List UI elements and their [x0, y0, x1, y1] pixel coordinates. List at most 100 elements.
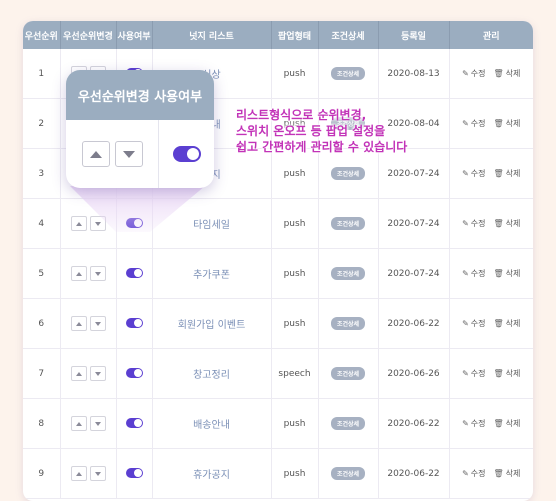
edit-label: 수정: [470, 319, 486, 328]
row-condition: 조건상세: [318, 398, 379, 449]
condition-badge[interactable]: 조건상세: [330, 467, 366, 480]
edit-button[interactable]: ✎ 수정: [462, 218, 485, 229]
trash-icon: 🗑: [493, 469, 504, 478]
condition-badge[interactable]: 조건상세: [330, 417, 366, 430]
arrow-down-icon: [94, 271, 101, 276]
delete-button[interactable]: 🗑 삭제: [494, 168, 521, 179]
row-priority-change: [60, 398, 117, 449]
nudge-name[interactable]: 회원가입 이벤트: [178, 320, 246, 331]
zoom-arrow-down-button[interactable]: [114, 141, 143, 167]
delete-button[interactable]: 🗑 삭제: [494, 118, 521, 129]
row-date: 2020-06-22: [378, 448, 450, 499]
row-usage: [116, 348, 153, 399]
edit-button[interactable]: ✎ 수정: [462, 418, 485, 429]
delete-button[interactable]: 🗑 삭제: [494, 468, 521, 479]
header-manage: 관리: [449, 21, 533, 49]
arrow-down-icon: [94, 421, 101, 426]
arrow-up-icon: [89, 150, 102, 158]
move-up-button[interactable]: [70, 366, 87, 381]
nudge-name[interactable]: 타임세일: [193, 220, 230, 231]
condition-badge[interactable]: 조건상세: [330, 267, 366, 280]
header-nudge-list: 넛지 리스트: [152, 21, 272, 49]
trash-icon: 🗑: [493, 419, 504, 428]
delete-label: 삭제: [505, 119, 521, 128]
condition-badge[interactable]: 조건상세: [330, 367, 366, 380]
move-up-button[interactable]: [70, 416, 87, 431]
row-priority-change: [60, 348, 117, 399]
row-popup-type: push: [271, 198, 319, 249]
edit-icon: ✎: [462, 219, 469, 228]
arrow-down-icon: [94, 371, 101, 376]
usage-toggle[interactable]: [125, 418, 143, 429]
nudge-name[interactable]: 휴가공지: [193, 470, 230, 481]
row-popup-type: push: [271, 298, 319, 349]
move-down-button[interactable]: [89, 216, 106, 231]
usage-toggle[interactable]: [125, 318, 143, 329]
move-up-button[interactable]: [70, 266, 87, 281]
trash-icon: 🗑: [493, 269, 504, 278]
row-nudge-name: 창고정리: [152, 348, 272, 399]
row-popup-type: push: [271, 448, 319, 499]
header-usage: 사용여부: [116, 21, 153, 49]
nudge-name[interactable]: 창고정리: [193, 370, 230, 381]
usage-toggle[interactable]: [125, 218, 143, 229]
row-condition: 조건상세: [318, 348, 379, 399]
row-priority: 3: [23, 148, 61, 199]
table-row: 7 창고정리 speech 조건상세 2020-06-26 ✎ 수정 🗑 삭제: [23, 348, 533, 399]
move-up-button[interactable]: [70, 216, 87, 231]
zoom-usage-toggle[interactable]: [172, 146, 201, 162]
delete-button[interactable]: 🗑 삭제: [494, 268, 521, 279]
delete-label: 삭제: [505, 469, 521, 478]
row-date: 2020-07-24: [378, 198, 450, 249]
condition-badge[interactable]: 조건상세: [330, 317, 366, 330]
usage-toggle[interactable]: [125, 268, 143, 279]
edit-label: 수정: [470, 419, 486, 428]
trash-icon: 🗑: [493, 69, 504, 78]
trash-icon: 🗑: [493, 119, 504, 128]
row-date: 2020-06-26: [378, 348, 450, 399]
arrow-down-icon: [94, 321, 101, 326]
move-down-button[interactable]: [89, 266, 106, 281]
row-nudge-name: 회원가입 이벤트: [152, 298, 272, 349]
move-down-button[interactable]: [89, 466, 106, 481]
condition-badge[interactable]: 조건상세: [330, 167, 366, 180]
move-up-button[interactable]: [70, 316, 87, 331]
edit-button[interactable]: ✎ 수정: [462, 168, 485, 179]
move-up-button[interactable]: [70, 466, 87, 481]
row-date: 2020-07-24: [378, 248, 450, 299]
edit-button[interactable]: ✎ 수정: [462, 68, 485, 79]
edit-button[interactable]: ✎ 수정: [462, 368, 485, 379]
edit-label: 수정: [470, 169, 486, 178]
delete-button[interactable]: 🗑 삭제: [494, 318, 521, 329]
zoom-arrow-up-button[interactable]: [81, 141, 110, 167]
delete-button[interactable]: 🗑 삭제: [494, 418, 521, 429]
edit-button[interactable]: ✎ 수정: [462, 468, 485, 479]
condition-badge[interactable]: 조건상세: [330, 67, 366, 80]
edit-button[interactable]: ✎ 수정: [462, 318, 485, 329]
usage-toggle[interactable]: [125, 468, 143, 479]
move-down-button[interactable]: [89, 316, 106, 331]
row-usage: [116, 248, 153, 299]
arrow-up-icon: [75, 421, 82, 426]
nudge-name[interactable]: 추가쿠폰: [193, 270, 230, 281]
arrow-up-icon: [75, 321, 82, 326]
delete-label: 삭제: [505, 419, 521, 428]
row-condition: 조건상세: [318, 198, 379, 249]
delete-label: 삭제: [505, 219, 521, 228]
edit-label: 수정: [470, 369, 486, 378]
row-manage: ✎ 수정 🗑 삭제: [449, 198, 533, 249]
trash-icon: 🗑: [493, 319, 504, 328]
move-down-button[interactable]: [89, 366, 106, 381]
edit-label: 수정: [470, 269, 486, 278]
header-priority: 우선순위: [23, 21, 61, 49]
delete-button[interactable]: 🗑 삭제: [494, 368, 521, 379]
arrow-down-icon: [94, 221, 101, 226]
condition-badge[interactable]: 조건상세: [330, 217, 366, 230]
move-down-button[interactable]: [89, 416, 106, 431]
delete-button[interactable]: 🗑 삭제: [494, 218, 521, 229]
trash-icon: 🗑: [493, 369, 504, 378]
delete-button[interactable]: 🗑 삭제: [494, 68, 521, 79]
usage-toggle[interactable]: [125, 368, 143, 379]
edit-button[interactable]: ✎ 수정: [462, 268, 485, 279]
nudge-name[interactable]: 배송안내: [193, 420, 230, 431]
